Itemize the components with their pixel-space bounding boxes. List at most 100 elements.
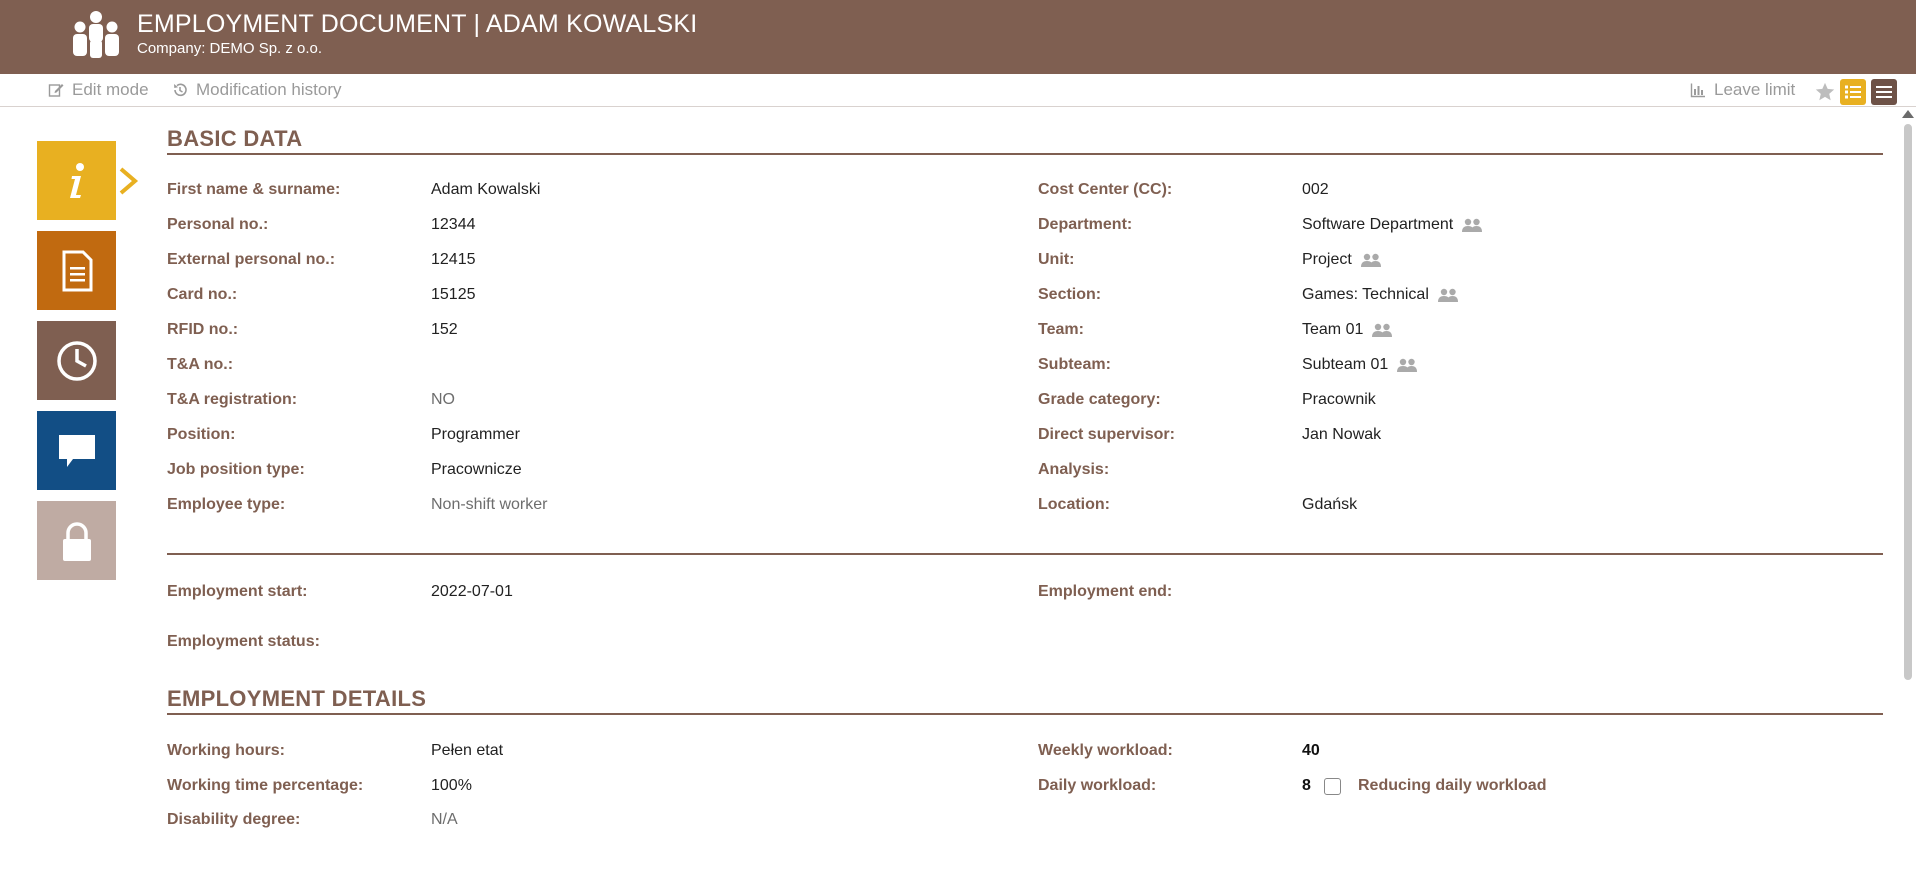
working-hours-value: Pełen etat — [431, 742, 504, 759]
direct-supervisor-value: Jan Nowak — [1302, 426, 1382, 443]
subteam-label: Subteam: — [1038, 356, 1111, 373]
scrollbar-thumb[interactable] — [1904, 124, 1912, 680]
company-name: Company: DEMO Sp. z o.o. — [137, 40, 323, 57]
scroll-up-arrow[interactable] — [1902, 110, 1914, 118]
location-value: Gdańsk — [1302, 496, 1358, 513]
section-text: Games: Technical — [1302, 286, 1429, 303]
working-hours-label: Working hours: — [167, 742, 285, 759]
reducing-daily-workload-checkbox[interactable] — [1324, 778, 1341, 795]
modification-history-button[interactable]: Modification history — [172, 80, 342, 100]
employment-start-label: Employment start: — [167, 583, 308, 600]
employee-type-value: Non-shift worker — [431, 496, 548, 513]
weekly-workload-value: 40 — [1302, 742, 1320, 759]
list-icon — [1845, 85, 1861, 99]
rfid-no-label: RFID no.: — [167, 321, 239, 338]
working-time-percentage-label: Working time percentage: — [167, 777, 364, 794]
employee-type-label: Employee type: — [167, 496, 286, 513]
leave-limit-button[interactable]: Leave limit — [1690, 80, 1795, 100]
first-name-surname-value: Adam Kowalski — [431, 181, 541, 198]
section-value: Games: Technical — [1302, 286, 1459, 304]
team-text: Team 01 — [1302, 321, 1364, 338]
disability-degree-value: N/A — [431, 811, 458, 828]
basic-data-title: BASIC DATA — [167, 126, 303, 151]
toolbar: Edit mode Modification history Leave lim… — [0, 74, 1916, 107]
disability-degree-label: Disability degree: — [167, 811, 301, 828]
department-text: Software Department — [1302, 216, 1454, 233]
clock-icon — [56, 340, 97, 381]
sidebar-item-documents[interactable] — [37, 231, 116, 310]
ta-registration-value: NO — [431, 391, 455, 408]
first-name-surname-label: First name & surname: — [167, 181, 341, 198]
card-no-label: Card no.: — [167, 286, 238, 303]
subteam-members-icon[interactable] — [1396, 358, 1418, 372]
active-chevron-icon — [119, 167, 139, 195]
department-value: Software Department — [1302, 216, 1483, 234]
edit-icon — [48, 84, 64, 97]
grade-category-label: Grade category: — [1038, 391, 1161, 408]
list-view-button[interactable] — [1840, 79, 1866, 105]
employment-end-label: Employment end: — [1038, 583, 1173, 600]
employment-start-value: 2022-07-01 — [431, 583, 513, 600]
personal-no-label: Personal no.: — [167, 216, 269, 233]
unit-text: Project — [1302, 251, 1352, 268]
sidebar-item-security[interactable] — [37, 501, 116, 580]
chat-icon — [58, 434, 95, 467]
bar-chart-icon — [1690, 83, 1705, 98]
leave-limit-label: Leave limit — [1714, 80, 1796, 99]
cost-center-value: 002 — [1302, 181, 1329, 198]
analysis-label: Analysis: — [1038, 461, 1110, 478]
team-label: Team: — [1038, 321, 1084, 338]
edit-mode-button[interactable]: Edit mode — [48, 80, 149, 100]
info-icon — [69, 162, 84, 198]
external-personal-no-label: External personal no.: — [167, 251, 336, 268]
daily-workload-label: Daily workload: — [1038, 777, 1157, 794]
employment-divider — [167, 553, 1883, 555]
lock-icon — [62, 521, 91, 561]
sidebar-item-info[interactable] — [37, 141, 116, 220]
page-header: EMPLOYMENT DOCUMENT | ADAM KOWALSKI Comp… — [0, 0, 1916, 74]
ta-registration-label: T&A registration: — [167, 391, 298, 408]
location-label: Location: — [1038, 496, 1110, 513]
department-members-icon[interactable] — [1461, 218, 1483, 232]
favorite-button[interactable] — [1812, 79, 1838, 105]
section-label: Section: — [1038, 286, 1102, 303]
department-label: Department: — [1038, 216, 1133, 233]
working-time-percentage-value: 100% — [431, 777, 472, 794]
personal-no-value: 12344 — [431, 216, 476, 233]
unit-members-icon[interactable] — [1360, 253, 1382, 267]
rfid-no-value: 152 — [431, 321, 458, 338]
menu-button[interactable] — [1871, 79, 1897, 105]
external-personal-no-value: 12415 — [431, 251, 476, 268]
unit-value: Project — [1302, 251, 1382, 269]
weekly-workload-label: Weekly workload: — [1038, 742, 1173, 759]
subteam-text: Subteam 01 — [1302, 356, 1389, 373]
details-divider — [167, 713, 1883, 715]
employment-status-label: Employment status: — [167, 633, 320, 650]
sidebar-item-time[interactable] — [37, 321, 116, 400]
section-members-icon[interactable] — [1437, 288, 1459, 302]
sidebar-item-messages[interactable] — [37, 411, 116, 490]
job-position-type-value: Pracownicze — [431, 461, 522, 478]
daily-workload-value: 8 — [1302, 777, 1311, 794]
subteam-value: Subteam 01 — [1302, 356, 1418, 374]
star-icon — [1815, 82, 1835, 101]
job-position-type-label: Job position type: — [167, 461, 305, 478]
team-members-icon[interactable] — [1371, 323, 1393, 337]
position-label: Position: — [167, 426, 236, 443]
hamburger-menu-icon — [1876, 86, 1892, 98]
direct-supervisor-label: Direct supervisor: — [1038, 426, 1175, 443]
cost-center-label: Cost Center (CC): — [1038, 181, 1173, 198]
ta-no-label: T&A no.: — [167, 356, 234, 373]
unit-label: Unit: — [1038, 251, 1075, 268]
people-group-logo-icon — [73, 11, 119, 58]
reducing-daily-workload-label: Reducing daily workload — [1358, 777, 1547, 794]
page-title: EMPLOYMENT DOCUMENT | ADAM KOWALSKI — [137, 10, 698, 38]
card-no-value: 15125 — [431, 286, 476, 303]
history-icon — [174, 83, 187, 97]
edit-mode-label: Edit mode — [72, 80, 149, 99]
position-value: Programmer — [431, 426, 520, 443]
modification-history-label: Modification history — [196, 80, 342, 99]
grade-category-value: Pracownik — [1302, 391, 1376, 408]
team-value: Team 01 — [1302, 321, 1393, 339]
document-icon — [62, 250, 92, 291]
